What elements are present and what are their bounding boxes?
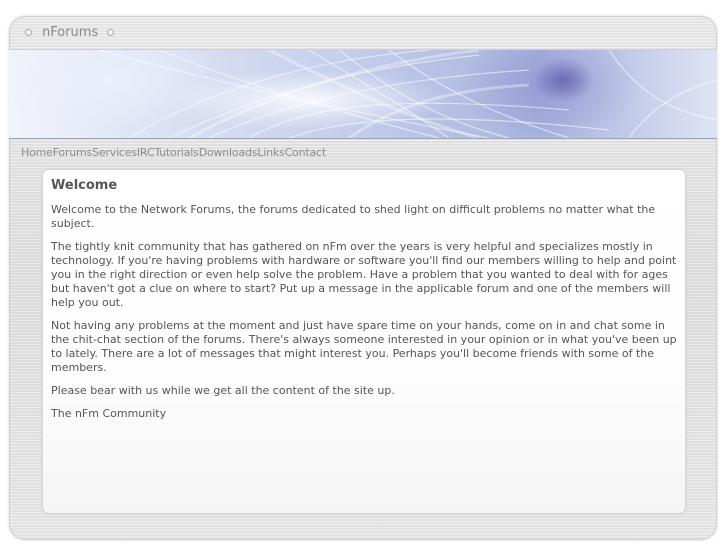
banner-fibers-image (98, 50, 717, 138)
circle-right-icon (107, 29, 115, 36)
page-heading: Welcome (51, 178, 118, 193)
nav-link-downloads[interactable]: Downloads (199, 146, 258, 159)
notice-paragraph: Please bear with us while we get all the… (51, 384, 395, 397)
header-banner (9, 50, 717, 139)
content-panel: Welcome Welcome to the Network Forums, t… (43, 170, 685, 513)
page-frame: nForums Home Forums Services IRC Tutoria… (9, 16, 717, 540)
signature-paragraph: The nFm Community (51, 407, 167, 420)
nav-link-links[interactable]: Links (257, 146, 284, 159)
nav-link-services[interactable]: Services (92, 146, 137, 159)
main-nav: Home Forums Services IRC Tutorials Downl… (21, 146, 326, 159)
chat-paragraph: Not having any problems at the moment an… (51, 319, 677, 374)
nav-link-home[interactable]: Home (21, 146, 53, 159)
nav-link-irc[interactable]: IRC (137, 146, 155, 159)
nav-link-forums[interactable]: Forums (53, 146, 93, 159)
title-bar: nForums (9, 16, 717, 50)
community-paragraph: The tightly knit community that has gath… (51, 240, 677, 309)
nav-link-tutorials[interactable]: Tutorials (154, 146, 199, 159)
circle-left-icon (25, 29, 32, 36)
nav-link-contact[interactable]: Contact (285, 146, 327, 159)
site-title: nForums (42, 25, 99, 40)
intro-paragraph: Welcome to the Network Forums, the forum… (51, 203, 656, 230)
